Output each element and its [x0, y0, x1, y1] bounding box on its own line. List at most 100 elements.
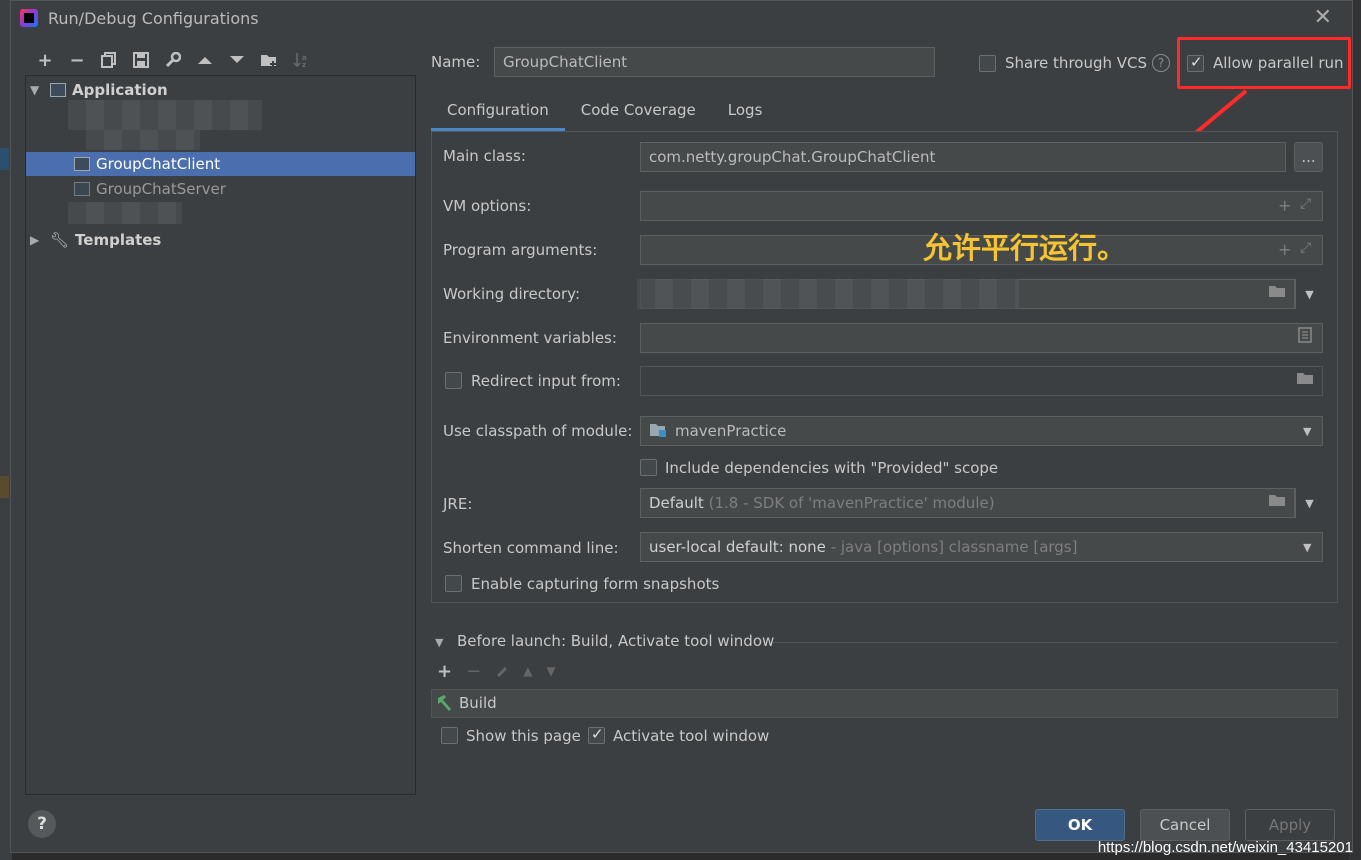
browse-main-class-button[interactable]: ...	[1294, 142, 1323, 172]
arrow-down-icon[interactable]: ▼	[546, 661, 555, 682]
classpath-label: Use classpath of module:	[443, 422, 633, 440]
program-args-label: Program arguments:	[443, 241, 598, 259]
arrow-up-icon[interactable]	[189, 47, 221, 73]
plus-icon[interactable]: +	[1278, 196, 1291, 215]
run-debug-dialog: Run/Debug Configurations ✕ + − az ▼ Appl…	[10, 0, 1353, 853]
before-launch-list	[431, 689, 1338, 718]
wrench-icon: 🔧︎	[50, 231, 70, 249]
jre-select[interactable]: Default (1.8 - SDK of 'mavenPractice' mo…	[640, 488, 1295, 518]
include-deps-label: Include dependencies with "Provided" sco…	[665, 459, 999, 477]
shorten-select[interactable]: user-local default: none - java [options…	[640, 532, 1323, 562]
intellij-logo-icon	[20, 9, 38, 27]
copy-icon[interactable]	[93, 47, 125, 73]
tree-item-groupchatclient[interactable]: GroupChatClient	[26, 152, 415, 176]
arrow-up-icon[interactable]: ▲	[523, 661, 532, 682]
redacted-block	[86, 130, 200, 150]
jre-label: JRE:	[443, 495, 473, 513]
tree-group-label: Application	[72, 81, 168, 99]
before-launch-toolbar: + − ▲ ▼	[437, 661, 556, 682]
expand-icon[interactable]: ⤢	[1300, 240, 1311, 256]
ok-button[interactable]: OK	[1035, 809, 1125, 841]
name-input[interactable]: GroupChatClient	[494, 47, 935, 77]
tab-logs[interactable]: Logs	[712, 95, 779, 131]
main-class-input[interactable]: com.netty.groupChat.GroupChatClient	[640, 142, 1286, 172]
config-toolbar: + − az	[29, 47, 317, 73]
watermark-text: https://blog.csdn.net/weixin_43415201	[1097, 839, 1353, 856]
show-page-checkbox[interactable]	[441, 727, 458, 744]
working-dir-label: Working directory:	[443, 285, 581, 303]
redirect-input-field[interactable]	[640, 366, 1323, 396]
tree-group-templates[interactable]: ▶ 🔧︎ Templates	[26, 228, 415, 252]
jre-value: Default	[649, 494, 704, 512]
minus-icon[interactable]: −	[61, 47, 93, 73]
env-vars-input[interactable]	[640, 323, 1323, 353]
tree-templates-label: Templates	[75, 231, 162, 249]
redirect-input-checkbox[interactable]	[445, 372, 462, 389]
help-circle-icon[interactable]: ?	[1152, 54, 1170, 72]
background-marker	[0, 148, 9, 170]
tree-group-application[interactable]: ▼ Application	[26, 78, 415, 102]
wrench-icon[interactable]	[157, 47, 189, 73]
chevron-down-icon[interactable]: ▼	[1295, 488, 1323, 518]
sort-icon[interactable]: az	[285, 47, 317, 73]
annotation-text: 允许平行运行。	[923, 231, 1127, 265]
redacted-block	[637, 279, 1019, 309]
edit-pencil-icon[interactable]	[495, 661, 509, 682]
name-label: Name:	[431, 53, 481, 71]
chevron-down-icon[interactable]: ▼	[435, 636, 443, 649]
cancel-button[interactable]: Cancel	[1140, 809, 1230, 841]
classpath-select[interactable]: mavenPractice	[640, 416, 1323, 446]
window-title: Run/Debug Configurations	[48, 9, 259, 28]
plus-icon[interactable]: +	[29, 47, 61, 73]
activate-tool-window-label: Activate tool window	[613, 727, 770, 745]
save-icon[interactable]	[125, 47, 157, 73]
separator	[773, 642, 1337, 643]
show-page-label: Show this page	[466, 727, 581, 745]
config-tabs: Configuration Code Coverage Logs	[431, 95, 778, 131]
vm-options-input[interactable]	[640, 191, 1323, 221]
redacted-block	[68, 202, 182, 224]
background-marker	[0, 476, 9, 498]
shorten-value: user-local default: none	[649, 538, 826, 556]
build-task[interactable]: Build	[459, 694, 497, 712]
hammer-icon	[435, 694, 453, 716]
redirect-input-label: Redirect input from:	[471, 372, 621, 390]
tab-code-coverage[interactable]: Code Coverage	[565, 95, 712, 131]
help-button[interactable]: ?	[28, 810, 56, 838]
share-vcs-label: Share through VCS	[1005, 54, 1148, 72]
document-icon[interactable]	[1298, 327, 1312, 347]
tab-configuration[interactable]: Configuration	[431, 95, 565, 131]
tree-item-groupchatserver[interactable]: GroupChatServer	[26, 177, 415, 201]
snapshots-checkbox[interactable]	[445, 575, 462, 592]
include-deps-checkbox[interactable]	[640, 459, 657, 476]
close-icon[interactable]: ✕	[1314, 5, 1332, 30]
application-config-icon	[74, 182, 90, 196]
folder-add-icon[interactable]	[253, 47, 285, 73]
expand-icon[interactable]: ⤢	[1300, 196, 1311, 212]
chevron-right-icon[interactable]: ▶	[30, 233, 44, 247]
shorten-hint: - java [options] classname [args]	[830, 538, 1078, 556]
config-tree: ▼ Application GroupChatClient GroupChatS…	[25, 75, 416, 795]
plus-icon[interactable]: +	[437, 661, 452, 682]
chevron-down-icon[interactable]: ▼	[1295, 279, 1323, 309]
snapshots-label: Enable capturing form snapshots	[471, 575, 720, 593]
application-icon	[50, 83, 66, 97]
chevron-down-icon[interactable]: ▼	[1303, 541, 1311, 554]
before-launch-title: Before launch: Build, Activate tool wind…	[457, 632, 775, 650]
folder-icon[interactable]	[1268, 492, 1286, 511]
shorten-label: Shorten command line:	[443, 539, 619, 557]
chevron-down-icon[interactable]: ▼	[30, 83, 44, 97]
plus-icon[interactable]: +	[1278, 240, 1291, 259]
svg-text:z: z	[302, 61, 306, 68]
tree-item-label: GroupChatServer	[96, 180, 226, 198]
minus-icon[interactable]: −	[466, 661, 481, 682]
arrow-down-icon[interactable]	[221, 47, 253, 73]
redacted-block	[68, 100, 262, 130]
title-bar: Run/Debug Configurations ✕	[11, 1, 1352, 37]
chevron-down-icon[interactable]: ▼	[1303, 425, 1311, 438]
activate-tool-window-checkbox[interactable]	[588, 725, 605, 744]
folder-icon[interactable]	[1268, 283, 1286, 302]
share-vcs-checkbox[interactable]	[979, 55, 996, 72]
apply-button[interactable]: Apply	[1245, 809, 1335, 841]
folder-icon[interactable]	[1296, 370, 1314, 389]
